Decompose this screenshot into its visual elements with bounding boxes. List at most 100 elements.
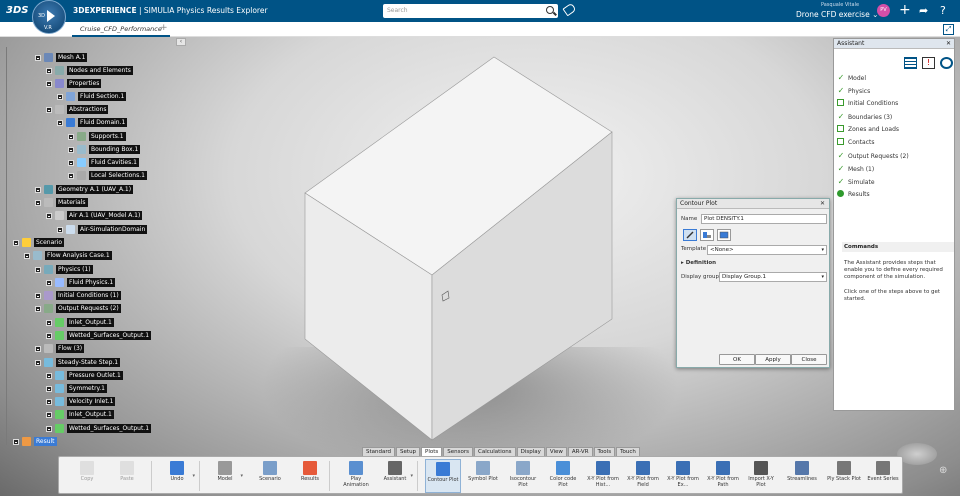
help-icon[interactable]: ? [940, 4, 946, 17]
dropdown-icon[interactable]: ▾ [410, 473, 413, 479]
settings-icon[interactable] [940, 57, 953, 69]
command-tab[interactable]: Sensors [443, 447, 473, 456]
command-tab[interactable]: View [545, 447, 567, 456]
expand-icon[interactable] [46, 320, 52, 326]
display-group-select[interactable]: Display Group.1 ▾ [719, 272, 827, 282]
definition-section[interactable]: ▸ Definition [681, 260, 716, 266]
assistant-step[interactable]: Contacts [837, 138, 874, 148]
assistant-step[interactable]: Results [837, 190, 870, 200]
copy-button[interactable]: Copy [69, 459, 105, 493]
plus-icon[interactable]: + [899, 2, 911, 18]
xy-plot-from-history-button[interactable]: X-Y Plot from Hist... [585, 459, 621, 493]
expand-icon[interactable] [46, 213, 52, 219]
expand-icon[interactable] [13, 439, 19, 445]
assistant-step[interactable]: Initial Conditions [837, 99, 898, 109]
expand-icon[interactable] [68, 160, 74, 166]
expand-icon[interactable] [57, 227, 63, 233]
view-compass-icon[interactable] [897, 443, 937, 465]
expand-icon[interactable] [46, 81, 52, 87]
scenario-button[interactable]: Scenario [252, 459, 288, 493]
expand-icon[interactable] [35, 267, 41, 273]
expand-icon[interactable] [46, 68, 52, 74]
command-tab[interactable]: Plots [421, 447, 443, 456]
color-code-plot-button[interactable]: Color code Plot [545, 459, 581, 493]
search-input[interactable]: Search [383, 4, 558, 18]
dropdown-icon[interactable]: ▾ [192, 473, 195, 479]
tab-cruise-cfd[interactable]: Cruise_CFD_Performance [72, 22, 170, 37]
avatar[interactable]: PV [877, 4, 890, 17]
streamlines-button[interactable]: Streamlines [784, 459, 820, 493]
project-selector[interactable]: Drone CFD exercise ⌄ [796, 10, 878, 19]
compass-icon[interactable]: 3D V.R [32, 0, 66, 34]
expand-icon[interactable] [35, 200, 41, 206]
assistant-step[interactable]: ✓ Model [837, 73, 866, 83]
expand-icon[interactable] [57, 120, 63, 126]
close-icon[interactable]: ✕ [820, 200, 825, 207]
apply-button[interactable]: Apply [755, 354, 791, 365]
expand-icon[interactable] [35, 306, 41, 312]
results-button[interactable]: Results [292, 459, 328, 493]
expand-icon[interactable] [46, 386, 52, 392]
expand-icon[interactable] [46, 399, 52, 405]
command-tab[interactable]: AR-VR [567, 447, 593, 456]
expand-icon[interactable] [68, 147, 74, 153]
expand-icon[interactable] [35, 360, 41, 366]
plot-type-button[interactable] [700, 229, 714, 241]
expand-icon[interactable] [46, 412, 52, 418]
add-tab-icon[interactable]: + [160, 23, 168, 33]
paste-button[interactable]: Paste [109, 459, 145, 493]
assistant-button[interactable]: Assistant ▾ [377, 459, 413, 493]
expand-icon[interactable] [35, 187, 41, 193]
close-button[interactable]: Close [791, 354, 827, 365]
expand-icon[interactable] [24, 253, 30, 259]
expand-icon[interactable] [46, 333, 52, 339]
assistant-step[interactable]: ✓ Output Requests (2) [837, 151, 909, 161]
expand-icon[interactable] [46, 280, 52, 286]
resize-icon[interactable]: ⤢ [943, 24, 954, 35]
model-button[interactable]: Model ▾ [207, 459, 243, 493]
isocontour-plot-button[interactable]: Isocontour Plot [505, 459, 541, 493]
dropdown-icon[interactable]: ▾ [240, 473, 243, 479]
expand-icon[interactable] [13, 240, 19, 246]
command-tab[interactable]: Setup [396, 447, 421, 456]
command-tab[interactable]: Calculations [474, 447, 516, 456]
assistant-step[interactable]: ✓ Simulate [837, 177, 875, 187]
import-xy-plot-button[interactable]: Import X-Y Plot [743, 459, 779, 493]
name-field[interactable]: Plot DENSITY.1 [701, 214, 827, 224]
collapse-tree-icon[interactable]: ‹ [176, 38, 186, 46]
command-tab[interactable]: Standard [362, 447, 396, 456]
expand-icon[interactable] [46, 426, 52, 432]
expand-icon[interactable] [46, 107, 52, 113]
tag-icon[interactable] [562, 2, 577, 17]
assistant-step[interactable]: ✓ Mesh (1) [837, 164, 875, 174]
assistant-step[interactable]: ✓ Boundaries (3) [837, 112, 893, 122]
xy-plot-from-expression-button[interactable]: X-Y Plot from Ex... [665, 459, 701, 493]
expand-icon[interactable] [68, 173, 74, 179]
warning-icon[interactable]: ! [922, 57, 935, 69]
expand-icon[interactable] [46, 373, 52, 379]
event-series-button[interactable]: Event Series [865, 459, 901, 493]
ok-button[interactable]: OK [719, 354, 755, 365]
zoom-icon[interactable]: ⊕ [939, 465, 947, 476]
assistant-step[interactable]: Zones and Loads [837, 125, 899, 135]
expand-icon[interactable] [35, 293, 41, 299]
command-tab[interactable]: Display [516, 447, 545, 456]
command-tab[interactable]: Tools [593, 447, 616, 456]
contour-plot-button[interactable]: Contour Plot [425, 459, 461, 493]
xy-plot-from-path-button[interactable]: X-Y Plot from Path [705, 459, 741, 493]
ds-logo[interactable]: 3DS [6, 5, 28, 16]
close-icon[interactable]: ✕ [946, 39, 951, 49]
xy-plot-from-field-button[interactable]: X-Y Plot from Field [625, 459, 661, 493]
ply-stack-plot-button[interactable]: Ply Stack Plot [826, 459, 862, 493]
undo-button[interactable]: Undo ▾ [159, 459, 195, 493]
share-icon[interactable]: ➦ [919, 4, 928, 17]
expand-icon[interactable] [35, 55, 41, 61]
expand-icon[interactable] [35, 346, 41, 352]
search-icon[interactable] [546, 6, 554, 14]
symbol-plot-button[interactable]: Symbol Plot [465, 459, 501, 493]
expand-icon[interactable] [57, 94, 63, 100]
command-tab[interactable]: Touch [616, 447, 640, 456]
expand-icon[interactable] [68, 134, 74, 140]
table-icon[interactable] [904, 57, 917, 69]
image-type-button[interactable] [717, 229, 731, 241]
